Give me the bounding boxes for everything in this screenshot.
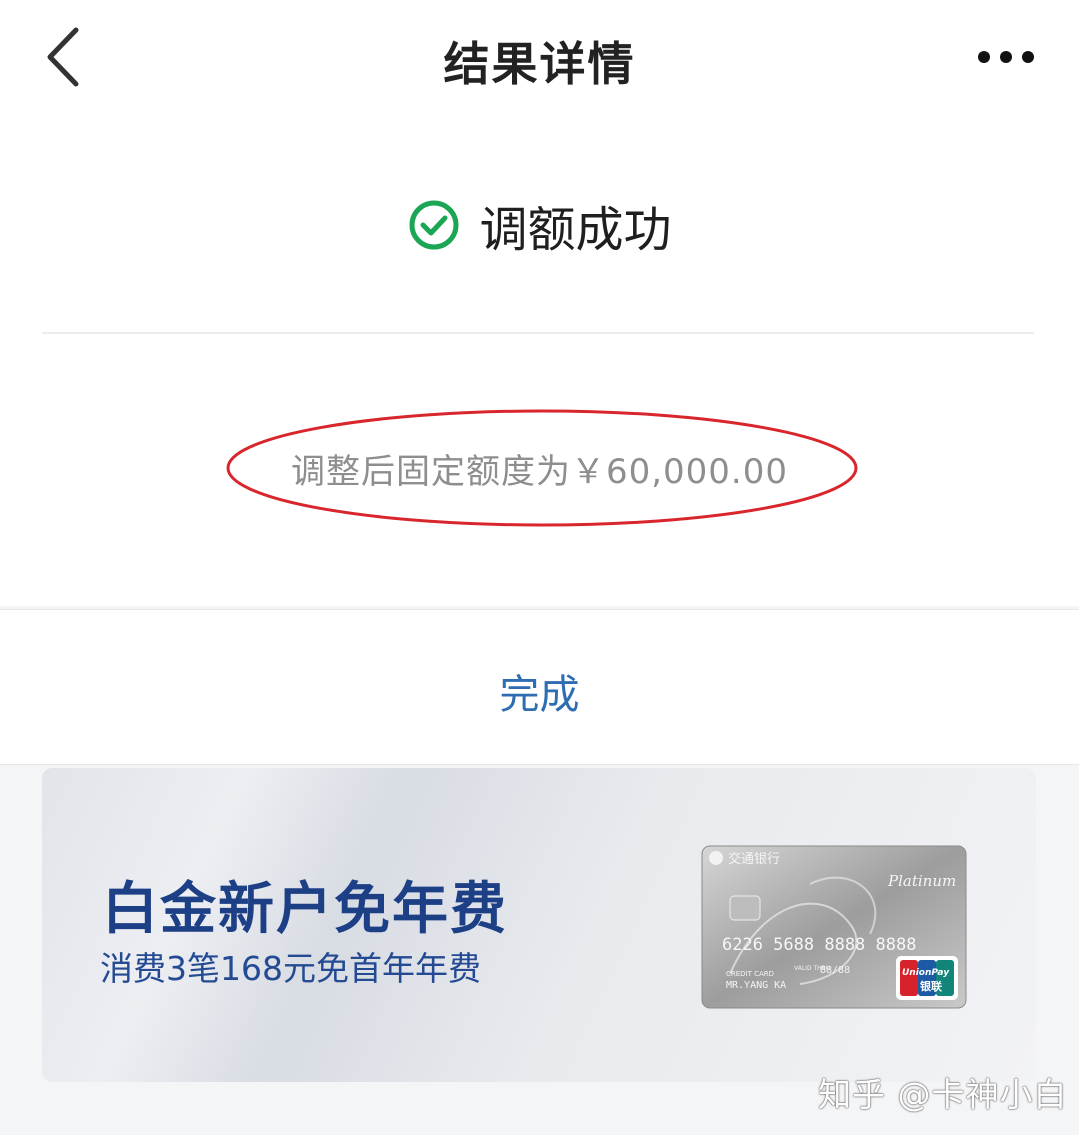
promo-banner[interactable]: 白金新户免年费 消费3笔168元免首年年费 交通银行 Platinum 6226… xyxy=(42,768,1036,1082)
check-circle-icon xyxy=(409,200,459,250)
nav-header: 结果详情 xyxy=(0,0,1079,118)
more-button[interactable] xyxy=(968,40,1048,74)
card-type: CREDIT CARD xyxy=(726,970,774,978)
card-tier: Platinum xyxy=(887,872,956,890)
card-expiry: 88/88 xyxy=(820,965,850,976)
banner-subtitle: 消费3笔168元免首年年费 xyxy=(100,949,481,988)
watermark: 知乎 @卡神小白 xyxy=(818,1075,1068,1114)
status-text: 调额成功 xyxy=(479,202,672,258)
svg-text:银联: 银联 xyxy=(920,979,942,993)
credit-card-image: 交通银行 Platinum 6226 5688 8888 8888 CREDIT… xyxy=(701,845,967,1009)
card-number: 6226 5688 8888 8888 xyxy=(722,935,916,955)
status-row: 调额成功 xyxy=(0,190,1079,270)
more-dots-icon xyxy=(978,51,1034,63)
done-button[interactable]: 完成 xyxy=(0,662,1079,720)
highlight-ellipse xyxy=(226,409,858,527)
result-panel: 结果详情 调额成功 调整后固定额度为￥60,000.00 xyxy=(0,0,1079,606)
card-bank-name: 交通银行 xyxy=(728,851,780,867)
page-title: 结果详情 xyxy=(443,37,636,91)
banner-title: 白金新户免年费 xyxy=(102,877,508,942)
done-section: 完成 xyxy=(0,609,1079,765)
card-holder: MR.YANG KA xyxy=(726,980,786,991)
svg-text:UnionPay: UnionPay xyxy=(902,968,950,978)
unionpay-logo: UnionPay 银联 xyxy=(896,956,958,1000)
divider xyxy=(42,332,1034,334)
